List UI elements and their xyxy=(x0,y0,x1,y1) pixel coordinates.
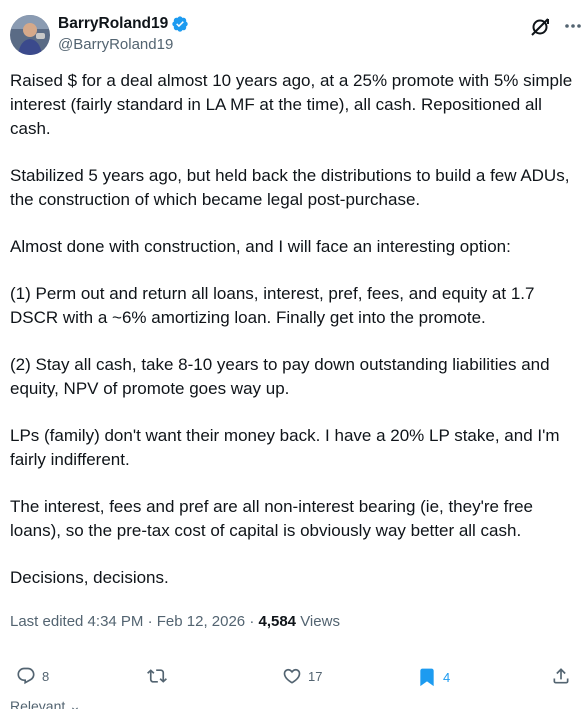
share-icon xyxy=(553,668,569,684)
tweet-paragraph: Almost done with construction, and I wil… xyxy=(10,237,511,256)
views-count: 4,584 xyxy=(258,613,297,630)
bookmark-button[interactable]: 4 xyxy=(417,666,450,688)
reply-button[interactable]: 8 xyxy=(16,666,49,686)
repost-button[interactable] xyxy=(146,666,174,686)
tweet-paragraph: (2) Stay all cash, take 8-10 years to pa… xyxy=(10,355,550,398)
like-button[interactable]: 17 xyxy=(282,666,322,686)
more-options-icon[interactable] xyxy=(563,15,583,37)
tweet-paragraph: Decisions, decisions. xyxy=(10,568,169,587)
tweet-paragraph: (1) Perm out and return all loans, inter… xyxy=(10,284,535,327)
bookmark-filled-icon xyxy=(420,668,434,687)
tweet-text: Raised $ for a deal almost 10 years ago,… xyxy=(10,69,576,613)
heart-icon xyxy=(283,668,301,684)
replies-sort-label: Relevant xyxy=(10,698,66,709)
tweet-paragraph: LPs (family) don't want their money back… xyxy=(10,426,560,469)
tweet-paragraph: Stabilized 5 years ago, but held back th… xyxy=(10,166,570,209)
tweet-paragraph: Raised $ for a deal almost 10 years ago,… xyxy=(10,71,573,138)
verified-badge-icon xyxy=(171,15,189,33)
tweet-actions: 8 17 4 xyxy=(0,660,588,694)
reply-icon xyxy=(17,667,35,685)
grok-icon[interactable] xyxy=(529,16,551,38)
replies-sort-dropdown[interactable]: Relevant ⌄ xyxy=(10,698,81,709)
reply-count: 8 xyxy=(42,668,50,684)
user-handle[interactable]: @BarryRoland19 xyxy=(58,36,173,53)
like-count: 17 xyxy=(308,668,323,684)
edited-timestamp[interactable]: Last edited 4:34 PM · Feb 12, 2026 · xyxy=(10,613,258,630)
tweet-header: BarryRoland19 @BarryRoland19 xyxy=(10,13,581,55)
display-name[interactable]: BarryRoland19 xyxy=(58,15,168,33)
chevron-down-icon: ⌄ xyxy=(69,698,81,709)
tweet-paragraph: The interest, fees and pref are all non-… xyxy=(10,497,533,540)
avatar[interactable] xyxy=(10,15,50,55)
bookmark-count: 4 xyxy=(443,669,451,685)
share-button[interactable] xyxy=(551,666,571,686)
repost-icon xyxy=(147,669,167,683)
views-label: Views xyxy=(296,613,340,630)
tweet-meta: Last edited 4:34 PM · Feb 12, 2026 · 4,5… xyxy=(10,613,340,630)
name-row: BarryRoland19 xyxy=(58,15,189,33)
